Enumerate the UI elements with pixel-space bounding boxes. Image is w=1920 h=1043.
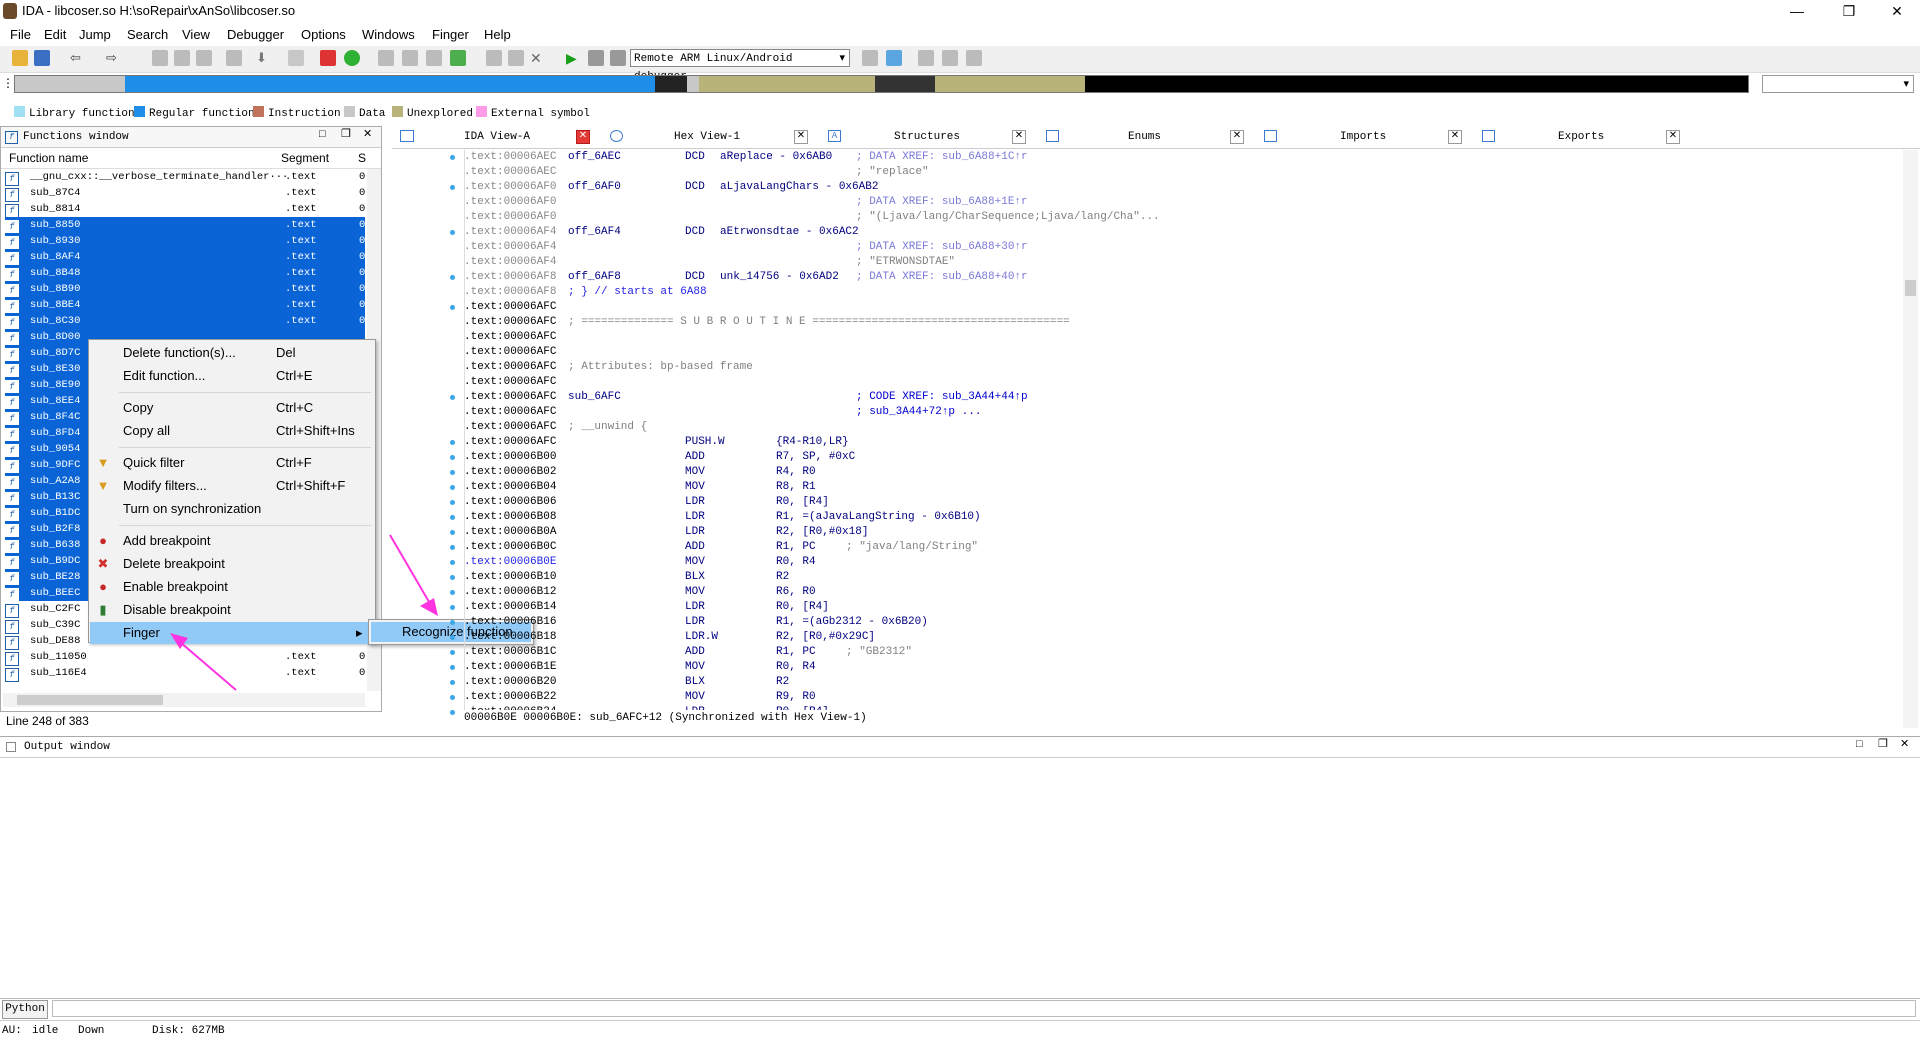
arrow-to-finger [179, 641, 237, 691]
annotation-arrows [170, 534, 438, 691]
arrow-to-submenu [389, 534, 433, 608]
